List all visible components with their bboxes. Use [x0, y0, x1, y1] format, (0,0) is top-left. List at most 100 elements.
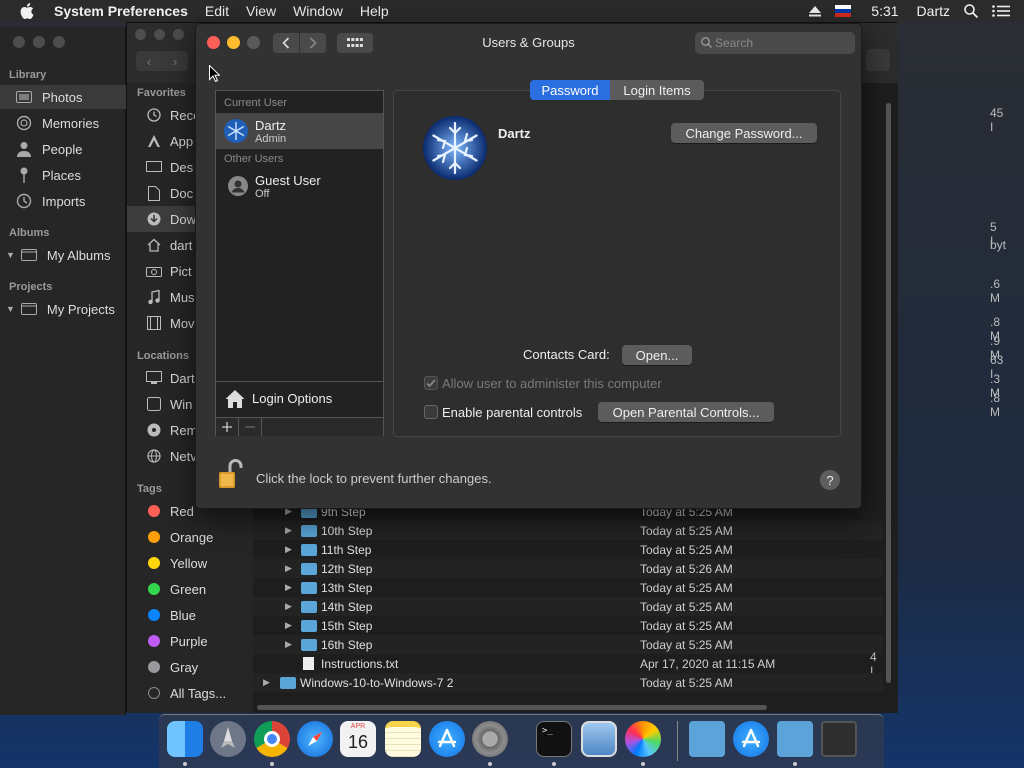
- size-fragment: .8 M: [990, 391, 1001, 419]
- disclosure-triangle-icon[interactable]: ▼: [6, 250, 15, 260]
- table-row[interactable]: ▶ 12th Step Today at 5:26 AM: [253, 559, 883, 578]
- menu-app-name[interactable]: System Preferences: [54, 3, 188, 19]
- open-contacts-button[interactable]: Open...: [622, 345, 692, 365]
- photos-close-button[interactable]: [13, 36, 25, 48]
- chrome-app-icon[interactable]: [254, 721, 290, 757]
- disclosure-triangle-icon[interactable]: ▶: [285, 639, 292, 650]
- photos-app-icon[interactable]: [625, 721, 661, 757]
- disclosure-triangle-icon[interactable]: ▶: [285, 563, 292, 574]
- finder-app-icon[interactable]: [167, 721, 203, 757]
- trash-icon[interactable]: [821, 721, 857, 757]
- sidebar-all-tags[interactable]: All Tags...: [127, 680, 253, 706]
- eject-icon[interactable]: [809, 5, 822, 17]
- user-row-guest[interactable]: Guest User Off: [216, 168, 383, 204]
- photos-item-places[interactable]: Places: [0, 163, 126, 187]
- horizontal-scrollbar[interactable]: [257, 705, 767, 710]
- change-password-button[interactable]: Change Password...: [671, 123, 817, 143]
- open-parental-controls-button[interactable]: Open Parental Controls...: [598, 402, 774, 422]
- input-source-flag-icon[interactable]: [835, 5, 852, 17]
- back-button[interactable]: [273, 33, 299, 53]
- disclosure-triangle-icon[interactable]: ▶: [285, 601, 292, 612]
- spotlight-icon[interactable]: [964, 4, 978, 18]
- user-menu[interactable]: Dartz: [917, 3, 950, 19]
- zoom-button[interactable]: [247, 36, 260, 49]
- file-date: Today at 5:25 AM: [640, 599, 733, 614]
- disclosure-triangle-icon[interactable]: ▼: [6, 304, 15, 314]
- safari-app-icon[interactable]: [297, 721, 333, 757]
- sidebar-tag-green[interactable]: Green: [127, 576, 253, 602]
- terminal-app-icon[interactable]: >_: [536, 721, 572, 757]
- photos-zoom-button[interactable]: [53, 36, 65, 48]
- disclosure-triangle-icon[interactable]: ▶: [285, 582, 292, 593]
- preview-app-icon[interactable]: [581, 721, 617, 757]
- table-row[interactable]: ▶ 13th Step Today at 5:25 AM: [253, 578, 883, 597]
- sidebar-tag-blue[interactable]: Blue: [127, 602, 253, 628]
- photos-item-memories[interactable]: Memories: [0, 111, 126, 135]
- finder-minimize-button[interactable]: [154, 29, 165, 40]
- remove-user-button[interactable]: [239, 418, 262, 436]
- apple-icon[interactable]: [20, 3, 34, 19]
- finder-close-button[interactable]: [135, 29, 146, 40]
- help-button[interactable]: ?: [820, 470, 840, 490]
- menu-window[interactable]: Window: [293, 3, 343, 19]
- menu-view[interactable]: View: [246, 3, 276, 19]
- photos-item-my-projects[interactable]: ▼ My Projects: [0, 297, 126, 321]
- app-store-folder-icon[interactable]: [733, 721, 769, 757]
- photos-item-my-albums[interactable]: ▼ My Albums: [0, 243, 126, 267]
- photos-item-photos[interactable]: Photos: [0, 85, 126, 109]
- add-user-button[interactable]: [216, 418, 239, 436]
- table-row[interactable]: Instructions.txt Apr 17, 2020 at 11:15 AM…: [253, 650, 883, 678]
- clock[interactable]: 5:31: [871, 3, 898, 19]
- show-all-button[interactable]: [337, 33, 373, 53]
- parental-controls-checkbox[interactable]: [424, 405, 438, 419]
- documents-folder-icon[interactable]: [777, 721, 813, 757]
- vertical-scrollbar[interactable]: [886, 103, 891, 683]
- table-row[interactable]: ▶ 10th Step Today at 5:25 AM: [253, 521, 883, 540]
- notes-app-icon[interactable]: [385, 721, 421, 757]
- disclosure-triangle-icon[interactable]: ▶: [285, 544, 292, 555]
- notification-center-icon[interactable]: [992, 5, 1010, 17]
- finder-zoom-button[interactable]: [173, 29, 184, 40]
- applications-folder-icon[interactable]: [689, 721, 725, 757]
- search-field[interactable]: Search: [695, 32, 855, 54]
- calendar-day: 16: [347, 732, 369, 752]
- close-button[interactable]: [207, 36, 220, 49]
- app-store-app-icon[interactable]: [429, 721, 465, 757]
- menu-help[interactable]: Help: [360, 3, 389, 19]
- tab-password[interactable]: Password: [530, 80, 610, 100]
- user-avatar[interactable]: [423, 116, 487, 180]
- table-row[interactable]: ▶ 14th Step Today at 5:25 AM: [253, 597, 883, 616]
- table-row[interactable]: ▶ 11th Step Today at 5:25 AM: [253, 540, 883, 559]
- finder-nav-buttons[interactable]: ‹ ›: [136, 51, 188, 71]
- minimize-button[interactable]: [227, 36, 240, 49]
- photos-minimize-button[interactable]: [33, 36, 45, 48]
- disclosure-triangle-icon[interactable]: ▶: [285, 525, 292, 536]
- calendar-app-icon[interactable]: APR 16: [340, 721, 376, 757]
- menu-edit[interactable]: Edit: [205, 3, 229, 19]
- folder-icon: [301, 600, 317, 613]
- login-options-item[interactable]: Login Options: [216, 381, 383, 416]
- photos-item-people[interactable]: People: [0, 137, 126, 161]
- disclosure-triangle-icon[interactable]: ▶: [263, 677, 270, 688]
- lock-icon[interactable]: [219, 458, 243, 490]
- sidebar-tag-yellow[interactable]: Yellow: [127, 550, 253, 576]
- photos-item-imports[interactable]: Imports: [0, 189, 126, 213]
- table-row[interactable]: ▶ 15th Step Today at 5:25 AM: [253, 616, 883, 635]
- allow-admin-checkbox[interactable]: [424, 376, 438, 390]
- finder-search-field[interactable]: [866, 49, 890, 71]
- sidebar-tag-gray[interactable]: Gray: [127, 654, 253, 680]
- disclosure-triangle-icon[interactable]: ▶: [285, 620, 292, 631]
- table-row[interactable]: ▶ 16th Step Today at 5:25 AM: [253, 635, 883, 654]
- launchpad-app-icon[interactable]: [210, 721, 246, 757]
- sidebar-tag-orange[interactable]: Orange: [127, 524, 253, 550]
- chevron-left-icon[interactable]: ‹: [147, 54, 151, 69]
- sidebar-tag-purple[interactable]: Purple: [127, 628, 253, 654]
- tab-login-items[interactable]: Login Items: [610, 80, 704, 100]
- system-preferences-app-icon[interactable]: [472, 721, 508, 757]
- table-row[interactable]: ▶ Windows-10-to-Windows-7 2 Today at 5:25 …: [253, 673, 883, 692]
- file-date: Today at 5:25 AM: [640, 542, 733, 557]
- forward-button[interactable]: [300, 33, 326, 53]
- chevron-right-icon[interactable]: ›: [173, 54, 177, 69]
- file-name: 15th Step: [321, 618, 373, 633]
- user-row-dartz[interactable]: Dartz Admin: [216, 113, 383, 149]
